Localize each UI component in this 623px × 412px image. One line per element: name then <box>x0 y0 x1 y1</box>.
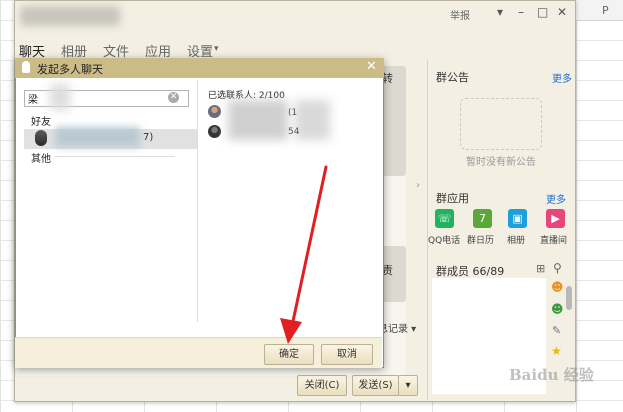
apps-more-link[interactable]: 更多 <box>546 191 566 206</box>
notice-more-link[interactable]: 更多 <box>552 70 572 85</box>
group-friends-label: 好友 <box>31 117 51 128</box>
blurred-contact-name <box>55 127 140 147</box>
contact-search-input[interactable] <box>24 90 189 107</box>
dialog-close-icon[interactable]: ✕ <box>366 59 377 74</box>
group-divider <box>55 156 175 157</box>
selected-contact-suffix: (1 <box>288 108 298 118</box>
members-scrollbar[interactable] <box>566 286 572 310</box>
maximize-icon[interactable]: □ <box>537 5 548 19</box>
qq-penguin-icon <box>22 61 30 73</box>
member-green-icon[interactable]: ☻ <box>551 302 564 316</box>
member-orange-icon[interactable]: ☻ <box>551 280 564 294</box>
window-close-icon[interactable]: ✕ <box>557 5 567 19</box>
video-icon[interactable]: ▶ <box>546 209 565 228</box>
app-label-qq-call: QQ电话 <box>428 236 461 246</box>
group-notice-title: 群公告 <box>436 71 469 84</box>
clear-search-icon[interactable]: ✕ <box>168 92 179 103</box>
send-options-button[interactable]: ▾ <box>398 375 418 396</box>
empty-notice-icon <box>460 98 542 150</box>
cancel-button[interactable]: 取消 <box>321 344 373 365</box>
blurred-selected-names <box>228 100 288 140</box>
selected-contact-suffix: 54 <box>288 127 300 137</box>
calendar-icon[interactable]: 7 <box>473 209 492 228</box>
search-icon[interactable]: ⚲ <box>553 261 562 275</box>
star-icon[interactable]: ★ <box>551 344 562 358</box>
blurred-group-name <box>20 6 120 26</box>
blurred-selected-ids <box>295 100 330 140</box>
app-label-calendar: 群日历 <box>467 236 495 246</box>
blurred-search-text <box>50 84 70 110</box>
search-input-value: 梁 <box>28 95 38 106</box>
contact-row-suffix: 7) <box>143 132 154 143</box>
spreadsheet-column-header <box>575 0 623 21</box>
avatar <box>35 130 47 146</box>
group-other-label: 其他 <box>31 154 51 165</box>
photo-icon[interactable]: ▣ <box>508 209 527 228</box>
edit-icon[interactable]: ✎ <box>552 324 561 337</box>
confirm-button[interactable]: 确定 <box>264 344 314 365</box>
avatar <box>208 105 221 118</box>
dropdown-icon[interactable]: ▾ <box>497 5 503 19</box>
minimize-icon[interactable]: – <box>518 5 524 19</box>
close-chat-button[interactable]: 关闭(C) <box>297 375 347 396</box>
pane-divider <box>197 80 198 322</box>
notice-empty-text: 暂时没有新公告 <box>466 157 536 168</box>
group-members-title: 群成员 66/89 <box>436 265 505 278</box>
send-button[interactable]: 发送(S) <box>352 375 399 396</box>
column-p-label: P <box>602 4 609 17</box>
add-member-icon[interactable]: ⊞ <box>536 262 545 275</box>
report-link[interactable]: 举报 <box>450 7 470 22</box>
app-label-album: 相册 <box>507 236 526 246</box>
app-label-live: 直播间 <box>540 236 568 246</box>
settings-chevron-icon[interactable]: ▾ <box>214 44 219 54</box>
dialog-title: 发起多人聊天 <box>37 63 103 76</box>
group-apps-title: 群应用 <box>436 192 469 205</box>
avatar <box>208 125 221 138</box>
collapse-panel-icon[interactable]: › <box>416 180 420 191</box>
phone-icon[interactable]: ☏ <box>435 209 454 228</box>
watermark-logo: Baidu 经验 <box>509 366 594 384</box>
